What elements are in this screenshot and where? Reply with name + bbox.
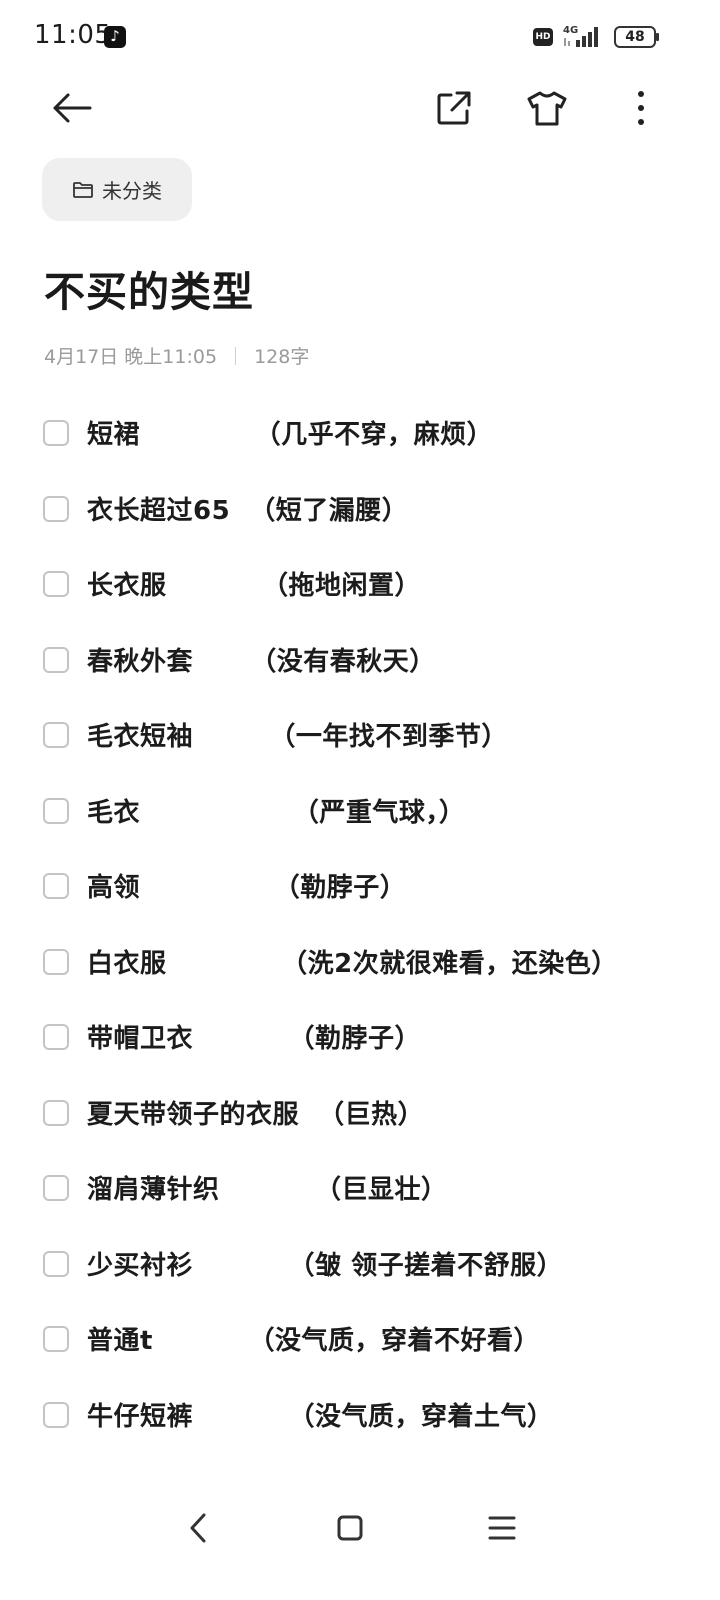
checklist-item[interactable]: 普通t （没气质，穿着不好看） (42, 1302, 692, 1362)
note-title[interactable]: 不买的类型 (44, 258, 254, 318)
battery-icon: 48 (614, 26, 660, 48)
note-date: 4月17日 晚上11:05 (44, 346, 218, 368)
checkbox[interactable] (43, 948, 69, 975)
note-meta: 4月17日 晚上11:05 128字 (44, 342, 309, 369)
checklist-item-text[interactable]: 衣长超过65 （短了漏腰） (87, 490, 408, 527)
back-button[interactable] (44, 80, 100, 136)
checklist-item[interactable]: 牛仔短裤 （没气质，穿着土气） (42, 1378, 692, 1438)
checkbox[interactable] (43, 1099, 69, 1126)
checkbox[interactable] (43, 1326, 69, 1352)
checklist-item-text[interactable]: 白衣服 （洗2次就很难看，还染色） (87, 943, 618, 980)
theme-button[interactable] (519, 80, 575, 136)
navigation-bar (0, 1490, 720, 1570)
nav-back-icon (190, 1513, 206, 1543)
signal-icon: 4G (560, 22, 606, 50)
shirt-icon (527, 91, 567, 126)
checklist-item-text[interactable]: 溜肩薄针织 （巨显壮） (87, 1169, 448, 1206)
checklist-item-text[interactable]: 春秋外套 （没有春秋天） (87, 641, 436, 678)
checklist-item[interactable]: 溜肩薄针织 （巨显壮） (42, 1151, 692, 1211)
checklist-item[interactable]: 高领 （勒脖子） (42, 849, 692, 909)
toolbar (0, 74, 720, 144)
checklist-item[interactable]: 少买衬衫 （皱 领子搓着不舒服） (42, 1227, 692, 1287)
meta-divider (235, 346, 237, 365)
nav-home-button[interactable] (320, 1498, 380, 1558)
checklist-item-text[interactable]: 夏天带领子的衣服 （巨热） (87, 1094, 424, 1131)
status-bar: 11:05 ♪ HD 4G 48 (0, 0, 720, 74)
checklist-item[interactable]: 夏天带领子的衣服 （巨热） (42, 1076, 692, 1136)
nav-home-icon (337, 1515, 363, 1541)
checkbox[interactable] (43, 1024, 69, 1050)
word-count: 128字 (254, 346, 310, 368)
checkbox[interactable] (43, 420, 69, 446)
checklist-item[interactable]: 短裙 （几乎不穿，麻烦） (42, 396, 692, 456)
share-icon (437, 91, 471, 125)
checklist-item-text[interactable]: 普通t （没气质，穿着不好看） (87, 1320, 540, 1357)
checklist-item[interactable]: 衣长超过65 （短了漏腰） (42, 472, 692, 532)
nav-menu-icon (488, 1516, 516, 1540)
checkbox[interactable] (43, 722, 69, 748)
checkbox[interactable] (43, 1250, 69, 1277)
folder-chip[interactable]: 未分类 (42, 158, 192, 221)
more-button[interactable] (613, 80, 669, 136)
checklist-item[interactable]: 长衣服 （拖地闲置） (42, 547, 692, 607)
checkbox[interactable] (43, 873, 69, 899)
checklist-item-text[interactable]: 少买衬衫 （皱 领子搓着不舒服） (87, 1245, 563, 1282)
folder-label: 未分类 (102, 179, 162, 203)
network-type-label: 4G (563, 25, 578, 36)
checkbox[interactable] (43, 646, 69, 673)
checklist-item-text[interactable]: 长衣服 （拖地闲置） (87, 565, 421, 602)
checklist-item[interactable]: 毛衣短袖 （一年找不到季节） (42, 698, 692, 758)
checklist-item[interactable]: 春秋外套 （没有春秋天） (42, 623, 692, 683)
nav-back-button[interactable] (168, 1498, 228, 1558)
more-vertical-icon (638, 91, 644, 125)
checkbox[interactable] (43, 1175, 69, 1201)
checklist-item[interactable]: 毛衣 （严重气球，） (42, 774, 692, 834)
folder-icon (73, 181, 93, 198)
checkbox[interactable] (43, 1401, 69, 1428)
back-arrow-icon (53, 93, 92, 123)
checklist-item-text[interactable]: 带帽卫衣 （勒脖子） (87, 1018, 421, 1055)
checklist-item-text[interactable]: 高领 （勒脖子） (87, 867, 406, 904)
hd-badge: HD (533, 28, 553, 46)
checklist-item-text[interactable]: 短裙 （几乎不穿，麻烦） (87, 414, 493, 451)
checklist-item-text[interactable]: 毛衣短袖 （一年找不到季节） (87, 716, 508, 753)
checklist-item-text[interactable]: 毛衣 （严重气球，） (87, 792, 465, 829)
checkbox[interactable] (43, 797, 69, 824)
checkbox[interactable] (43, 495, 69, 522)
checkbox[interactable] (43, 571, 69, 597)
share-button[interactable] (426, 80, 482, 136)
tiktok-icon: ♪ (104, 26, 126, 48)
checklist-item[interactable]: 带帽卫衣 （勒脖子） (42, 1000, 692, 1060)
checklist-item-text[interactable]: 牛仔短裤 （没气质，穿着土气） (87, 1396, 554, 1433)
status-time: 11:05 (34, 20, 112, 50)
battery-level: 48 (625, 29, 645, 45)
nav-recents-button[interactable] (472, 1498, 532, 1558)
checklist-item[interactable]: 白衣服 （洗2次就很难看，还染色） (42, 925, 692, 985)
